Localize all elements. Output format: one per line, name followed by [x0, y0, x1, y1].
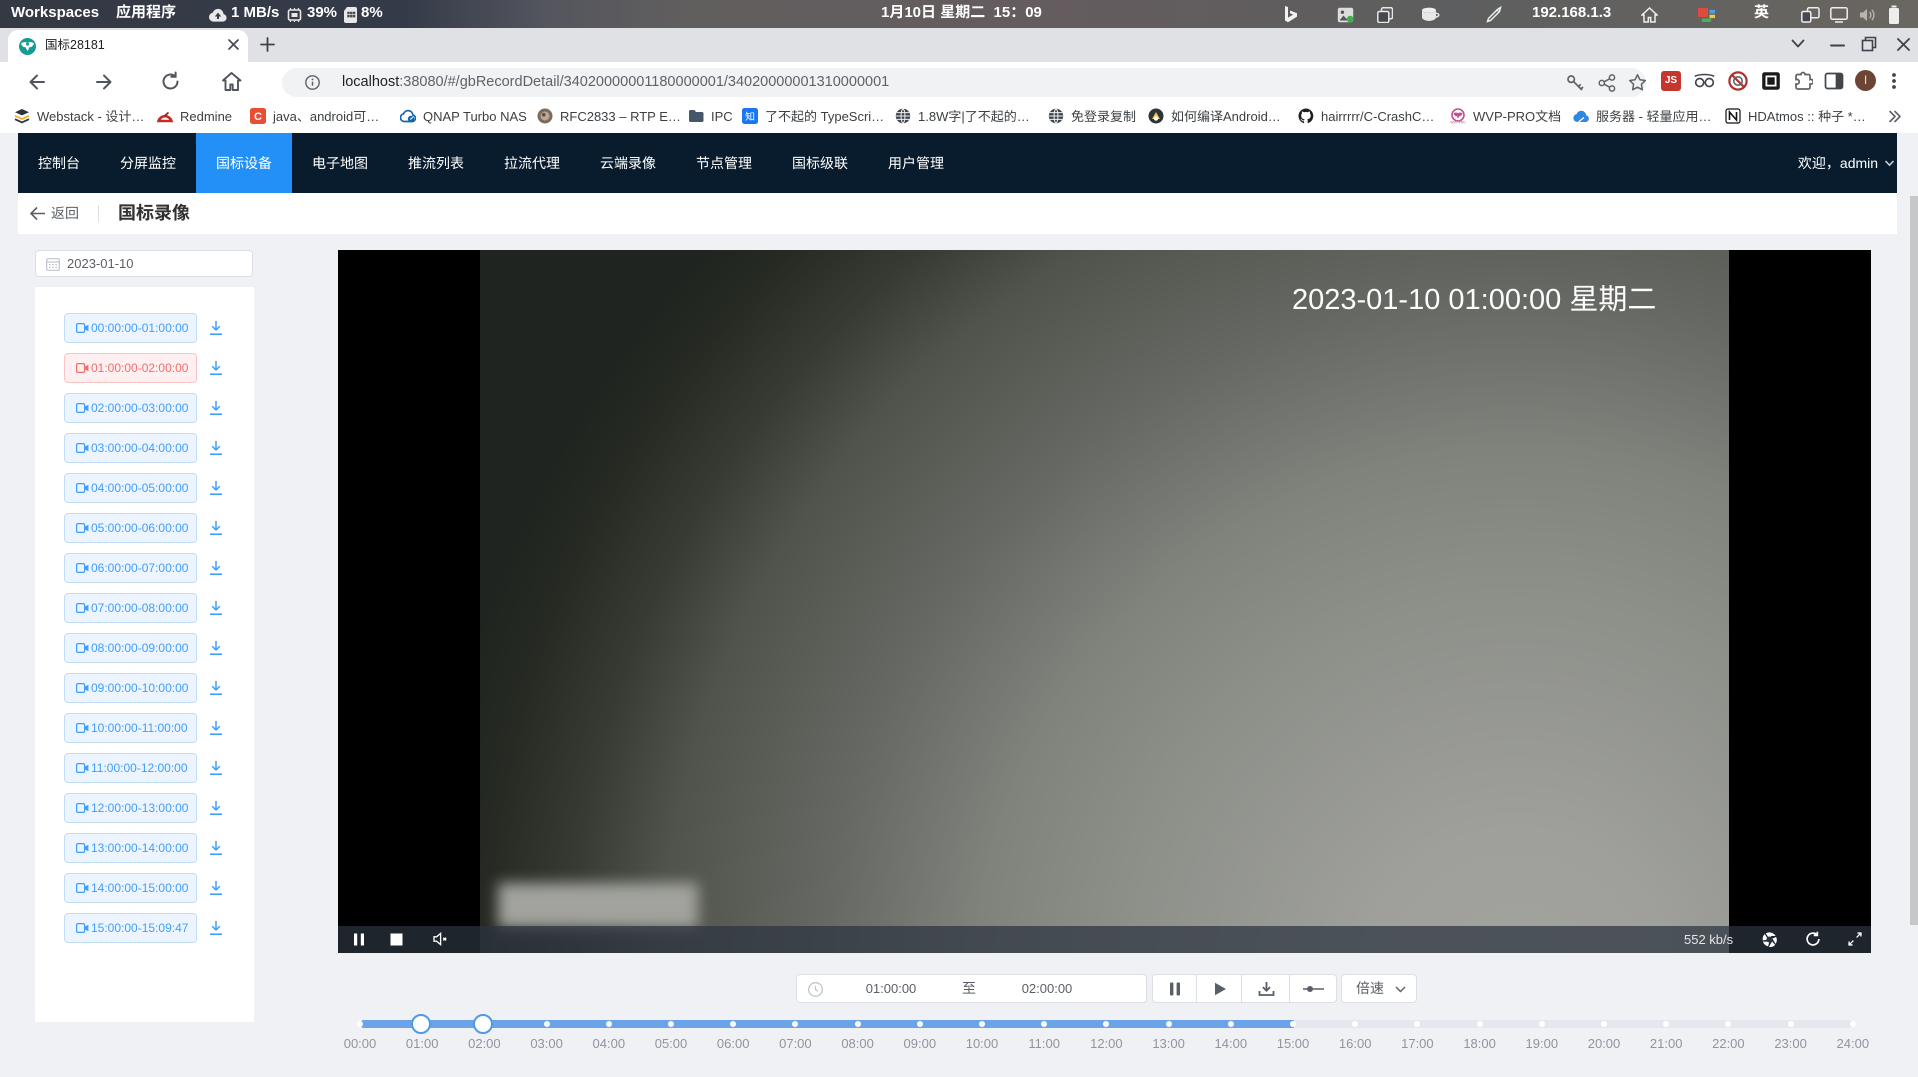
- svg-text:知: 知: [745, 108, 755, 123]
- svg-text:WVP-PRO: WVP-PRO: [1450, 121, 1466, 125]
- svg-text:C: C: [254, 111, 262, 123]
